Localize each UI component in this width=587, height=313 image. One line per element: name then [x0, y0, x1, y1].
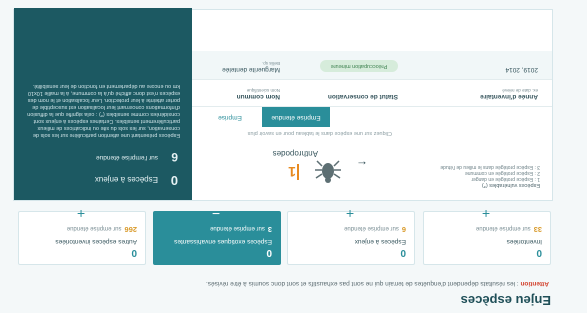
card-subtext: 33sur emprise étendue: [475, 225, 542, 234]
card-label: Espèces exotiques envahissantes: [174, 238, 272, 245]
table-header: Année d'inventaire ex. date de relevé Sta…: [190, 79, 552, 107]
extended-count: 6: [171, 150, 178, 164]
header-name[interactable]: Nom commun Nom scientifique: [237, 88, 280, 100]
card-species-at-stake[interactable]: 0 Espèces exotiques envahissantes 3sur e…: [153, 206, 281, 265]
insect-icon: [315, 160, 341, 183]
summary-description: Espèces présentant une attention particu…: [27, 83, 180, 138]
card-number: 0: [266, 247, 272, 258]
header-status[interactable]: Statut de conservation: [328, 93, 398, 100]
expand-plus-icon[interactable]: +: [73, 206, 89, 222]
summary-count: 0: [170, 173, 178, 188]
summary-label: Espèces à enjeux: [94, 175, 158, 184]
count-indicator: [297, 164, 299, 180]
expand-plus-icon[interactable]: +: [478, 206, 494, 222]
card-number: 0: [131, 247, 137, 258]
tab-extended-footprint[interactable]: Emprise étendue: [262, 107, 330, 127]
status-badge: Préoccupation mineure: [320, 60, 398, 72]
warning-text: : les résultats dépendent d'enquêtes de …: [205, 280, 521, 287]
previous-arrow-icon[interactable]: ←: [356, 158, 368, 172]
cell-year: 2019, 2014: [505, 66, 538, 73]
warning-label: Attention: [520, 280, 549, 287]
card-label: Autres espèces inventoriées: [55, 238, 137, 245]
card-subtext: 3sur emprise étendue: [210, 225, 272, 234]
header-year[interactable]: Année d'inventaire ex. date de relevé: [480, 88, 538, 100]
species-group-selector: ← 1 Anthropodes: [212, 138, 382, 186]
card-subtext: 266sur emprise étendue: [66, 225, 137, 234]
sensitivity-legend: Espèces vulnérables (*) 1 : Espèce proté…: [440, 164, 540, 188]
expand-plus-icon[interactable]: +: [342, 206, 358, 222]
warning-note: Attention : les résultats dépendent d'en…: [206, 280, 549, 287]
tab-footprint[interactable]: Emprise: [202, 107, 258, 127]
card-subtext: 6sur emprise étendue: [344, 225, 406, 234]
card-other-species[interactable]: 0 Inventoriées 33sur emprise étendue +: [423, 206, 551, 265]
species-panel: Espèces vulnérables (*) 1 : Espèce proté…: [13, 8, 553, 201]
table-hint: Cliquez sur une espèce dans le tableau p…: [247, 130, 392, 136]
species-group-name: Anthropodes: [272, 149, 318, 158]
card-label: Espèces à enjeux: [354, 238, 406, 245]
card-number: 0: [536, 247, 542, 258]
species-at-stake-summary: 0 Espèces à enjeux 6 sur l'emprise étend…: [14, 8, 192, 200]
upside-down-screen: Enjeu espèces Attention : les résultats …: [0, 0, 587, 313]
card-invasive-species[interactable]: 0 Espèces à enjeux 6sur emprise étendue …: [287, 206, 415, 265]
collapse-minus-icon[interactable]: −: [208, 206, 224, 222]
extended-label: sur l'emprise étendue: [96, 154, 158, 161]
card-inventoried[interactable]: 0 Autres espèces inventoriées 266sur emp…: [18, 206, 146, 265]
card-label: Inventoriées: [506, 238, 542, 245]
card-number: 0: [400, 247, 406, 258]
page-title: Enjeu espèces: [460, 293, 551, 308]
species-count: 1: [288, 164, 296, 180]
table-row[interactable]: 2019, 2014 Préoccupation mineure Marguer…: [190, 51, 552, 79]
cell-name: Marguerite dentelée Bellis sp.: [222, 61, 280, 73]
